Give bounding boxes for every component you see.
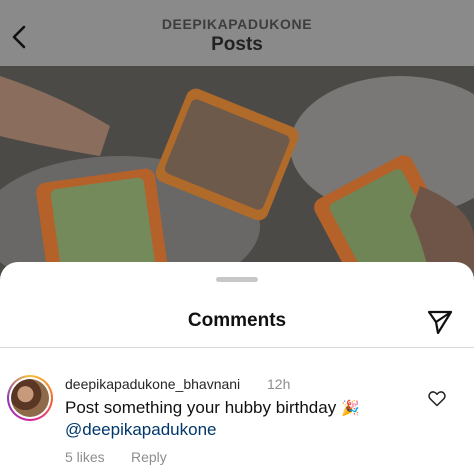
paper-plane-icon bbox=[427, 310, 453, 335]
header-username: DEEPIKAPADUKONE bbox=[161, 16, 313, 32]
party-popper-icon: 🎉 bbox=[340, 400, 360, 417]
comment-timestamp: 12h bbox=[267, 376, 291, 392]
comment-body: Post something your hubby birthday bbox=[65, 398, 337, 417]
sheet-grabber[interactable] bbox=[216, 277, 258, 282]
avatar-ring bbox=[9, 377, 51, 419]
comment-username[interactable]: deepikapadukone_bhavnani bbox=[65, 376, 240, 392]
page-title: Posts bbox=[211, 34, 263, 55]
avatar[interactable] bbox=[7, 375, 53, 421]
share-button[interactable] bbox=[426, 308, 454, 336]
comments-sheet: Comments deepikapadukone_bhavnani 12h Po… bbox=[0, 262, 474, 474]
post-image bbox=[0, 66, 474, 276]
post-header: DEEPIKAPADUKONE Posts bbox=[0, 0, 474, 66]
comment-item: deepikapadukone_bhavnani 12h Post someth… bbox=[0, 348, 474, 474]
reply-button[interactable]: Reply bbox=[131, 449, 167, 465]
heart-icon bbox=[428, 391, 446, 407]
comments-title: Comments bbox=[187, 310, 287, 331]
ice-cream-sandwich-photo bbox=[0, 66, 474, 276]
avatar-image bbox=[11, 379, 49, 417]
mention-link[interactable]: @deepikapadukone bbox=[65, 419, 395, 440]
comment-text: Post something your hubby birthday 🎉 @de… bbox=[65, 397, 395, 440]
likes-count[interactable]: 5 likes bbox=[65, 449, 105, 465]
like-button[interactable] bbox=[428, 390, 446, 407]
